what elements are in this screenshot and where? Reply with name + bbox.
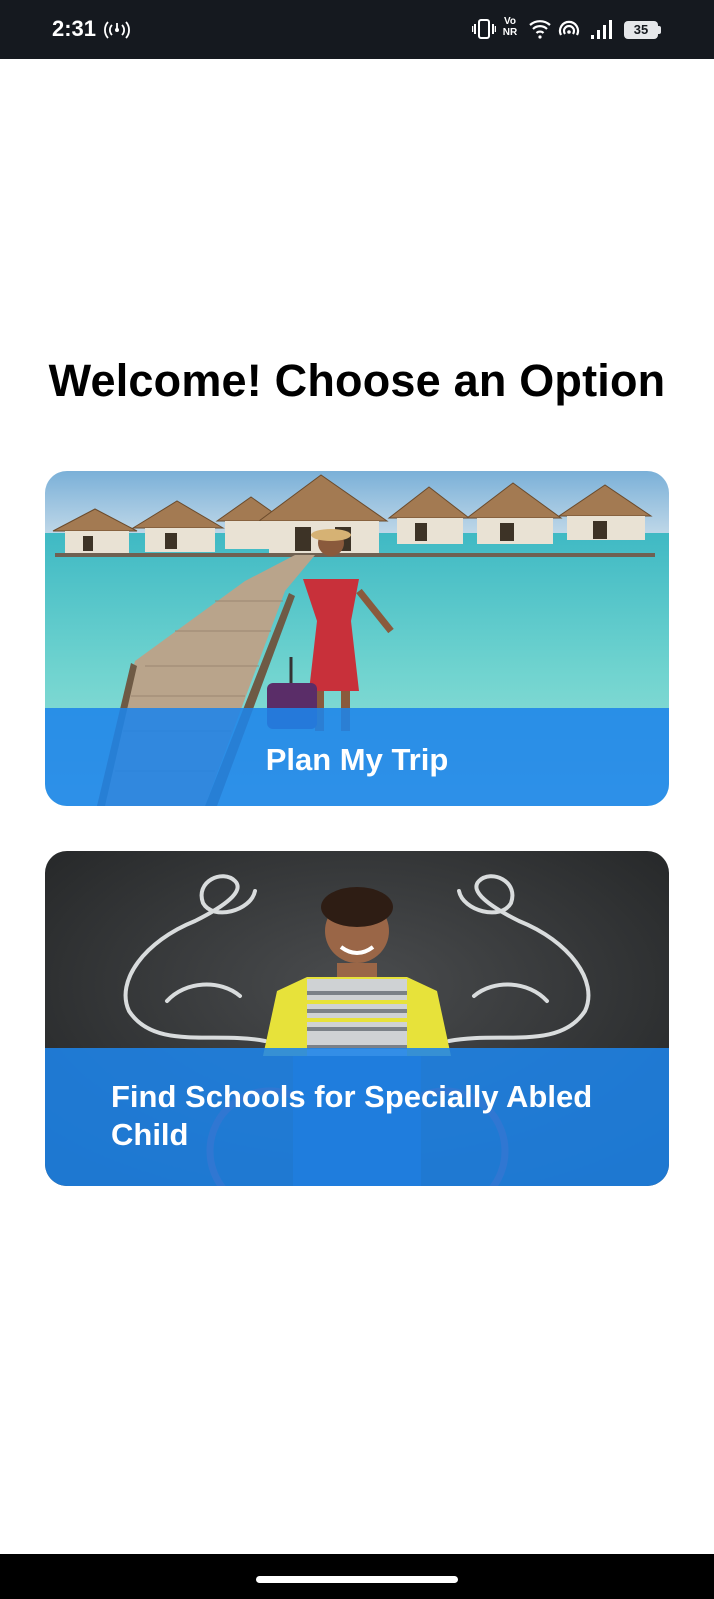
nfc-icon [558,20,580,36]
navigation-bar [0,1554,714,1599]
status-time: 2:31 [52,16,97,41]
hotspot-icon [104,21,130,39]
find-schools-label: Find Schools for Specially Abled Child [111,1079,593,1152]
plan-trip-card[interactable]: Plan My Trip [45,471,669,806]
find-schools-card[interactable]: Find Schools for Specially Abled Child [45,851,669,1186]
plan-trip-label: Plan My Trip [265,742,449,777]
volte-icon: Vo NR [502,16,518,38]
vibrate-icon [472,19,496,39]
battery-tip [658,26,661,34]
signal-icon [591,20,612,39]
page-title: Welcome! Choose an Option [48,355,666,406]
wifi-icon [529,20,551,39]
status-bar: 2:31 Vo NR 35 [0,0,714,59]
battery-icon: 35 [624,21,658,39]
home-indicator[interactable] [256,1576,458,1583]
